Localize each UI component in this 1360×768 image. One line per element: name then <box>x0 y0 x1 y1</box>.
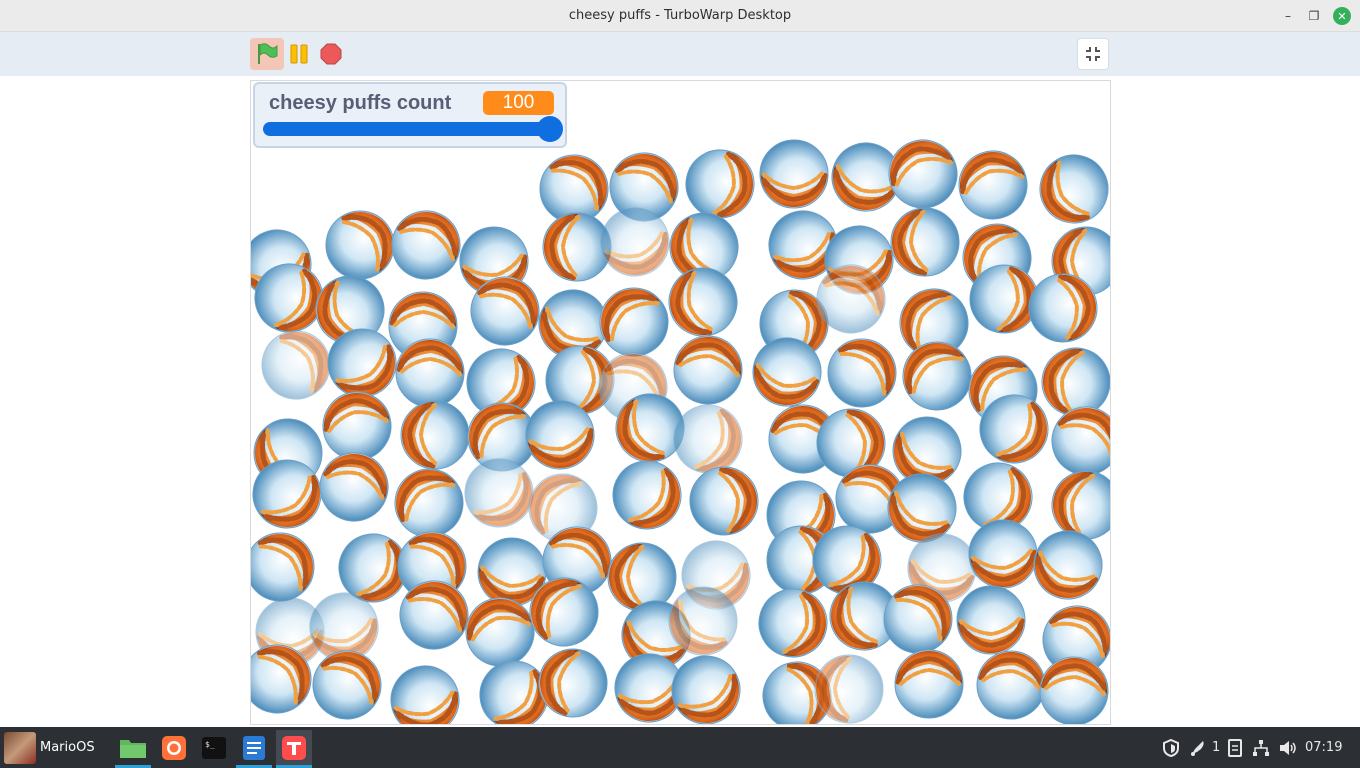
shield-tray-button[interactable] <box>1162 727 1180 768</box>
folder-icon <box>120 740 146 758</box>
document-icon <box>1228 738 1242 757</box>
taskbar-app-turbowarp[interactable] <box>276 730 312 768</box>
window-titlebar: cheesy puffs - TurboWarp Desktop – ❐ ✕ <box>0 0 1360 32</box>
green-flag-icon <box>258 43 278 64</box>
monitor-value: 100 <box>483 91 554 115</box>
cheesy-puffs-bowl-sprite <box>1022 268 1103 349</box>
cheesy-puffs-bowl-sprite <box>1035 652 1111 725</box>
shield-icon <box>1163 738 1179 757</box>
green-flag-button[interactable] <box>250 38 284 70</box>
pause-icon <box>290 44 308 64</box>
taskbar-app-text-editor[interactable] <box>236 730 272 768</box>
notifications-tray-button[interactable]: 1 <box>1189 727 1220 768</box>
turbowarp-icon <box>282 736 306 760</box>
monitor-label: cheesy puffs count <box>269 92 452 114</box>
cheesy-puffs-bowl-sprite <box>381 655 469 725</box>
variable-monitor[interactable]: cheesy puffs count 100 <box>253 82 567 148</box>
player-toolbar <box>0 32 1360 76</box>
network-tray-button[interactable] <box>1252 727 1270 768</box>
cheesy-puffs-bowl-sprite <box>531 640 615 724</box>
exit-fullscreen-icon <box>1086 47 1100 61</box>
firefox-icon <box>162 736 186 760</box>
taskbar-app-firefox[interactable] <box>156 730 192 766</box>
distro-logo-icon <box>4 731 36 764</box>
clipboard-tray-button[interactable] <box>1227 727 1243 768</box>
pause-button[interactable] <box>286 38 312 70</box>
clock[interactable]: 07:19 <box>1305 727 1342 768</box>
exit-fullscreen-button[interactable] <box>1077 38 1109 70</box>
terminal-icon: $_ <box>202 737 226 759</box>
start-menu-button[interactable]: MarioOS <box>0 727 102 768</box>
rocket-icon <box>1191 740 1204 756</box>
svg-text:$_: $_ <box>205 740 215 749</box>
window-title: cheesy puffs - TurboWarp Desktop <box>568 8 792 23</box>
volume-tray-button[interactable] <box>1278 727 1298 768</box>
maximize-button[interactable]: ❐ <box>1305 7 1323 25</box>
stage[interactable]: cheesy puffs count 100 <box>250 80 1111 725</box>
stop-button[interactable] <box>316 38 346 70</box>
cheesy-puffs-bowl-sprite <box>812 651 886 725</box>
minimize-button[interactable]: – <box>1279 7 1297 25</box>
monitor-slider-thumb[interactable] <box>537 116 563 142</box>
taskbar: MarioOS $_ 1 07:19 <box>0 727 1360 768</box>
cheesy-puffs-bowl-sprite <box>893 648 965 720</box>
cheesy-puffs-bowl-sprite <box>684 460 765 541</box>
stop-icon <box>320 43 342 65</box>
cheesy-puffs-bowl-sprite <box>1025 140 1111 238</box>
text-editor-icon <box>243 736 265 760</box>
start-menu-label: MarioOS <box>40 740 95 755</box>
notifications-count: 1 <box>1212 740 1221 755</box>
volume-icon <box>1280 740 1296 755</box>
taskbar-app-files[interactable] <box>115 730 151 768</box>
taskbar-app-terminal[interactable]: $_ <box>196 730 232 766</box>
close-button[interactable]: ✕ <box>1333 7 1351 25</box>
network-icon <box>1253 739 1269 756</box>
monitor-slider-track[interactable] <box>263 122 561 136</box>
